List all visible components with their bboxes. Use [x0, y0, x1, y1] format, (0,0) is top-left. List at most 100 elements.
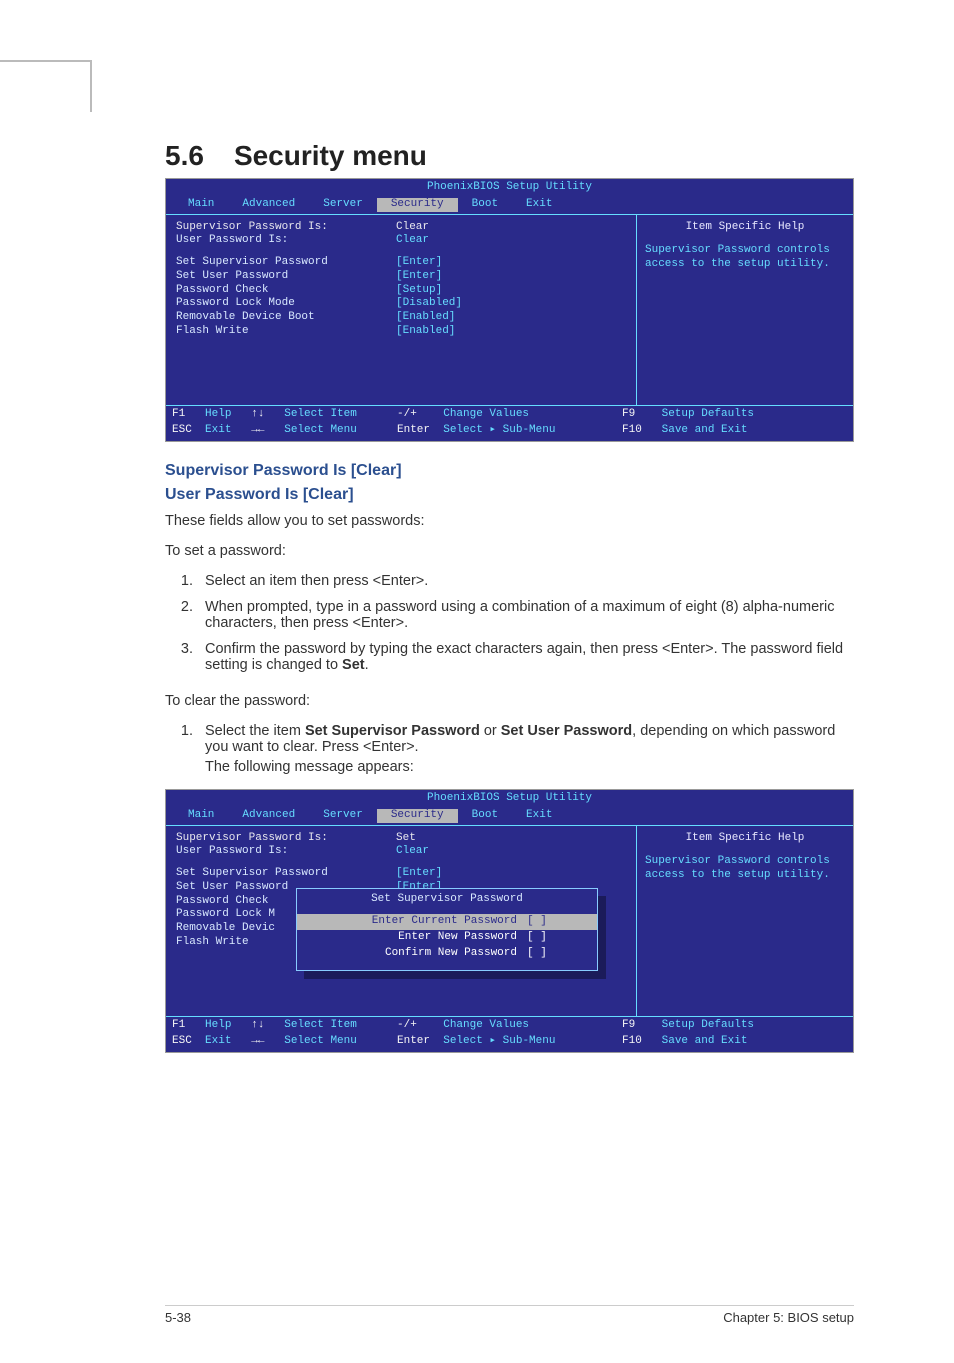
key-label: Change Values — [443, 408, 529, 420]
key: Enter — [397, 1035, 430, 1047]
popup-label: Confirm New Password — [307, 947, 527, 961]
help-text: Supervisor Password controls access to t… — [645, 855, 845, 883]
row-value: [Enter] — [396, 256, 442, 270]
row-label: User Password Is: — [176, 234, 396, 248]
row-label: Flash Write — [176, 325, 396, 339]
bios-title: PhoenixBIOS Setup Utility — [166, 790, 853, 807]
page-corner-mark — [0, 60, 92, 112]
list-item: Confirm the password by typing the exact… — [197, 641, 854, 673]
row-value: Clear — [396, 234, 429, 248]
row-value: Clear — [396, 845, 429, 859]
menu-advanced: Advanced — [228, 198, 309, 212]
section-title-text: Security menu — [234, 140, 427, 171]
password-popup: Set Supervisor Password Enter Current Pa… — [296, 888, 598, 971]
key: F9 — [622, 408, 635, 420]
key: ESC — [172, 424, 192, 436]
menu-security: Security — [377, 198, 458, 212]
row-label: User Password Is: — [176, 845, 396, 859]
subheading-2: User Password Is [Clear] — [165, 484, 854, 506]
row-label: Supervisor Password Is: — [176, 832, 396, 846]
bios-footer-2: ESC Exit →← Select Menu Enter Select ▸ S… — [166, 1035, 853, 1052]
bios-menubar: Main Advanced Server Security Boot Exit — [166, 196, 853, 214]
menu-main: Main — [174, 809, 228, 823]
menu-server: Server — [309, 198, 377, 212]
popup-label: Enter New Password — [307, 931, 527, 945]
list-item: Select the item Set Supervisor Password … — [197, 723, 854, 775]
row-value: [Enabled] — [396, 325, 455, 339]
text: Confirm the password by typing the exact… — [205, 641, 843, 673]
key-label: Select Item — [284, 408, 357, 420]
sub-paragraph: The following message appears: — [205, 759, 854, 775]
key: -/+ — [397, 408, 417, 420]
row-label: Supervisor Password Is: — [176, 221, 396, 235]
menu-security: Security — [377, 809, 458, 823]
key-label: Select ▸ Sub-Menu — [443, 424, 555, 436]
bios-footer: F1 Help ↑↓ Select Item -/+ Change Values… — [166, 1017, 853, 1036]
menu-exit: Exit — [512, 809, 566, 823]
key: ↑↓ — [251, 408, 264, 420]
bios-title: PhoenixBIOS Setup Utility — [166, 179, 853, 196]
key-label: Setup Defaults — [662, 1019, 754, 1031]
menu-exit: Exit — [512, 198, 566, 212]
popup-value: [ ] — [527, 931, 587, 945]
key-label: Save and Exit — [662, 1035, 748, 1047]
row-label: Set Supervisor Password — [176, 256, 396, 270]
bios-screenshot-1: PhoenixBIOS Setup Utility Main Advanced … — [165, 178, 854, 442]
key-label: Select ▸ Sub-Menu — [443, 1035, 555, 1047]
help-title: Item Specific Help — [645, 221, 845, 235]
row-label: Set Supervisor Password — [176, 867, 396, 881]
key-label: Change Values — [443, 1019, 529, 1031]
key-label: Save and Exit — [662, 424, 748, 436]
bios-help-pane: Item Specific Help Supervisor Password c… — [636, 826, 853, 1016]
bios-settings-pane: Supervisor Password Is:Clear User Passwo… — [166, 215, 636, 405]
row-value: [Enabled] — [396, 311, 455, 325]
key-label: Help — [205, 408, 231, 420]
text: Select the item — [205, 723, 305, 739]
subheading-1: Supervisor Password Is [Clear] — [165, 460, 854, 482]
popup-value: [ ] — [527, 915, 587, 929]
row-value: Clear — [396, 221, 429, 235]
key: →← — [251, 1035, 264, 1047]
key-label: Exit — [205, 1035, 231, 1047]
row-value: [Enter] — [396, 270, 442, 284]
section-heading: 5.6 Security menu — [165, 140, 854, 172]
steps-clear-password: Select the item Set Supervisor Password … — [165, 723, 854, 775]
menu-server: Server — [309, 809, 377, 823]
menu-boot: Boot — [458, 809, 512, 823]
paragraph: These fields allow you to set passwords: — [165, 513, 854, 529]
paragraph: To set a password: — [165, 543, 854, 559]
key-label: Help — [205, 1019, 231, 1031]
key-label: Exit — [205, 424, 231, 436]
help-text: Supervisor Password controls access to t… — [645, 244, 845, 272]
row-value: [Setup] — [396, 284, 442, 298]
section-number: 5.6 — [165, 140, 204, 171]
text-bold: Set User Password — [501, 723, 632, 739]
help-title: Item Specific Help — [645, 832, 845, 846]
page-footer: 5-38 Chapter 5: BIOS setup — [165, 1305, 854, 1325]
menu-main: Main — [174, 198, 228, 212]
menu-advanced: Advanced — [228, 809, 309, 823]
key-label: Select Menu — [284, 424, 357, 436]
key: -/+ — [397, 1019, 417, 1031]
page-number: 5-38 — [165, 1310, 191, 1325]
list-item: When prompted, type in a password using … — [197, 599, 854, 631]
bios-footer-2: ESC Exit →← Select Menu Enter Select ▸ S… — [166, 424, 853, 441]
key: →← — [251, 424, 264, 436]
row-value: [Disabled] — [396, 297, 462, 311]
key-label: Select Item — [284, 1019, 357, 1031]
popup-title: Set Supervisor Password — [297, 893, 597, 907]
text: or — [480, 723, 501, 739]
key: F10 — [622, 1035, 642, 1047]
bios-menubar: Main Advanced Server Security Boot Exit — [166, 807, 853, 825]
key: F9 — [622, 1019, 635, 1031]
list-item: Select an item then press <Enter>. — [197, 573, 854, 589]
key-label: Select Menu — [284, 1035, 357, 1047]
key: F1 — [172, 1019, 185, 1031]
key: ESC — [172, 1035, 192, 1047]
row-label: Set User Password — [176, 270, 396, 284]
key: ↑↓ — [251, 1019, 264, 1031]
row-label: Password Check — [176, 284, 396, 298]
paragraph: To clear the password: — [165, 693, 854, 709]
chapter-label: Chapter 5: BIOS setup — [723, 1310, 854, 1325]
row-label: Password Lock Mode — [176, 297, 396, 311]
